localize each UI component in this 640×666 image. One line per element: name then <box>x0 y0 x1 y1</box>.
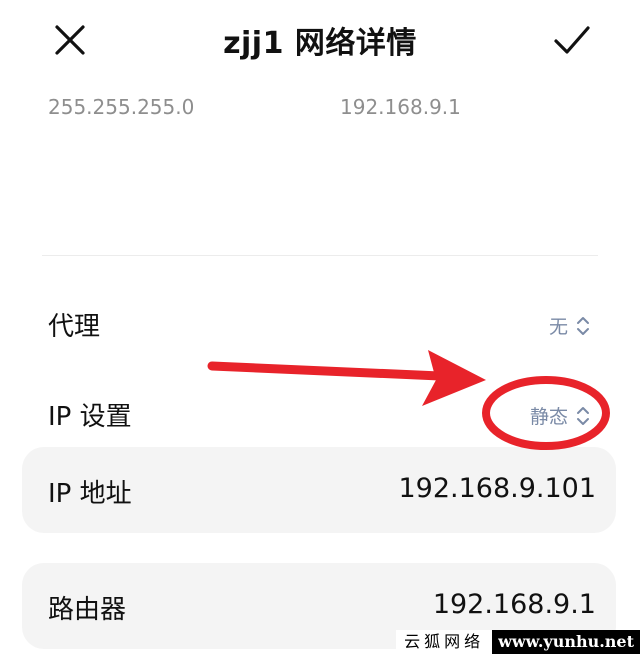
watermark-badge: 云狐网络 www.yunhu.net <box>396 630 640 654</box>
ip-address-card[interactable]: IP 地址 192.168.9.101 <box>22 447 616 533</box>
page-title: zjj1 网络详情 <box>223 26 417 61</box>
watermark-cn: 云狐网络 <box>396 630 493 654</box>
section-divider <box>42 255 598 256</box>
network-details-screen: zjj1 网络详情 255.255.255.0 192.168.9.1 代理 无… <box>0 0 640 666</box>
router-label: 路由器 <box>48 595 127 625</box>
up-down-chevron-icon <box>577 316 589 335</box>
confirm-button[interactable] <box>550 18 594 62</box>
annotation-arrow-shaft <box>207 361 445 381</box>
up-down-chevron-icon <box>577 406 589 425</box>
router-value[interactable]: 192.168.9.1 <box>433 589 596 620</box>
proxy-value: 无 <box>548 316 568 338</box>
ip-settings-value: 静态 <box>529 406 568 428</box>
gateway-value: 192.168.9.1 <box>340 95 461 119</box>
ip-settings-selector[interactable]: 静态 <box>530 402 590 429</box>
proxy-row[interactable]: 代理 无 <box>0 300 640 350</box>
ip-settings-label: IP 设置 <box>48 402 132 432</box>
ip-settings-row[interactable]: IP 设置 静态 <box>0 390 640 440</box>
subnet-mask-value: 255.255.255.0 <box>48 95 195 119</box>
header-bar: zjj1 网络详情 <box>0 0 640 78</box>
ip-address-label: IP 地址 <box>48 479 132 509</box>
proxy-label: 代理 <box>48 312 101 342</box>
subnet-info-row: 255.255.255.0 192.168.9.1 <box>0 93 640 123</box>
proxy-selector[interactable]: 无 <box>549 312 590 339</box>
check-icon <box>554 26 590 54</box>
watermark-url: www.yunhu.net <box>498 632 634 651</box>
ip-address-value[interactable]: 192.168.9.101 <box>398 473 596 504</box>
